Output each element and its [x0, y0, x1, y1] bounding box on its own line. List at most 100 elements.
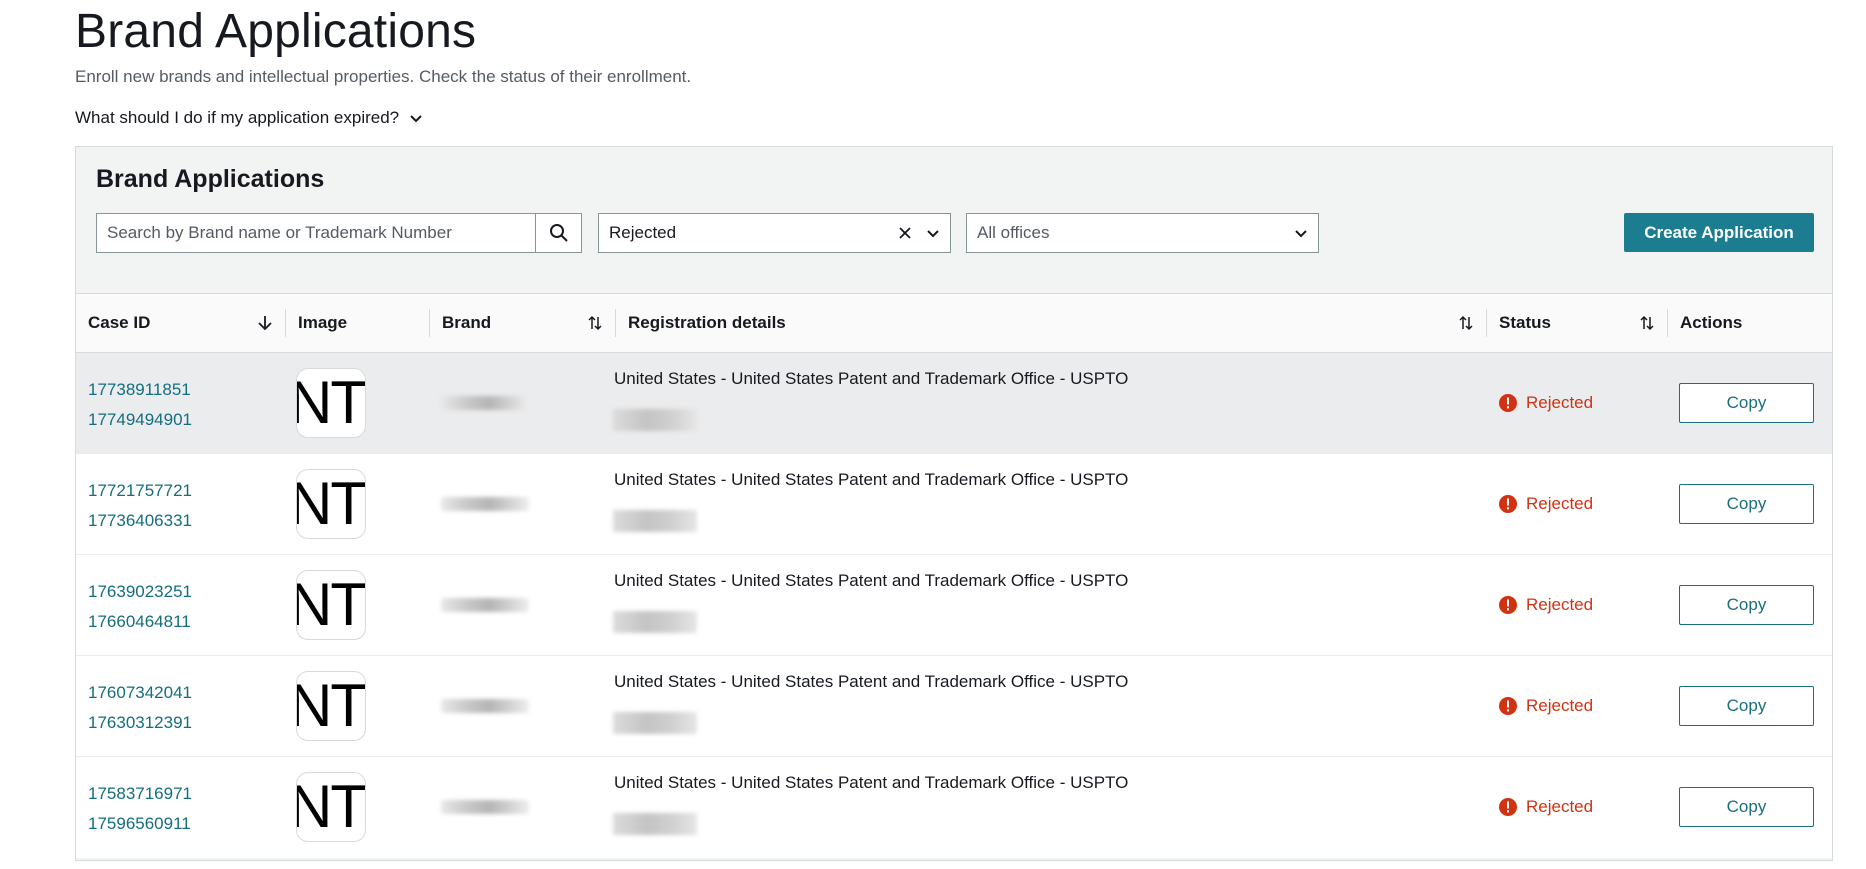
case-id-cell: 17721757721 17736406331 [88, 476, 192, 536]
search-bar [96, 213, 582, 253]
case-id-link[interactable]: 17721757721 [88, 476, 192, 506]
chevron-down-icon [410, 115, 422, 123]
search-input[interactable] [96, 213, 535, 253]
brand-image-text: NTC [297, 773, 365, 840]
column-header-label: Brand [442, 313, 492, 332]
case-id-link[interactable]: 17736406331 [88, 506, 192, 536]
status-label: Rejected [1526, 797, 1594, 816]
brand-name-redacted [441, 800, 529, 814]
registration-office: United States - United States Patent and… [614, 571, 1129, 590]
registration-office: United States - United States Patent and… [614, 470, 1129, 489]
copy-button[interactable]: Copy [1679, 585, 1814, 625]
case-id-link[interactable]: 17596560911 [88, 809, 192, 839]
error-icon [1499, 697, 1517, 715]
panel-title: Brand Applications [96, 165, 325, 193]
error-icon [1499, 596, 1517, 614]
registration-office: United States - United States Patent and… [614, 773, 1129, 792]
column-header-status[interactable]: Status [1487, 294, 1668, 352]
error-icon [1499, 798, 1517, 816]
column-header-registration[interactable]: Registration details [616, 294, 1487, 352]
column-header-brand[interactable]: Brand [430, 294, 616, 352]
status-badge: Rejected [1498, 494, 1593, 514]
registration-number-redacted [613, 409, 697, 431]
brand-name-redacted [441, 396, 529, 410]
column-header-image: Image [286, 294, 430, 352]
faq-expander[interactable]: What should I do if my application expir… [75, 107, 423, 129]
error-icon [1499, 495, 1517, 513]
applications-table: Case ID Image Brand Registration details… [76, 293, 1832, 858]
status-badge: Rejected [1498, 797, 1593, 817]
brand-image-text: NTC [297, 470, 365, 537]
brand-applications-page: Brand Applications Enroll new brands and… [0, 0, 1866, 869]
brand-image-text: NTC [297, 571, 365, 638]
column-header-label: Image [298, 313, 348, 332]
registration-number-redacted [613, 813, 697, 835]
brand-image: NTC [296, 772, 366, 842]
column-header-case-id[interactable]: Case ID [76, 294, 286, 352]
status-badge: Rejected [1498, 393, 1593, 413]
brand-image: NTC [296, 469, 366, 539]
case-id-link[interactable]: 17630312391 [88, 708, 192, 738]
arrow-down-icon[interactable] [256, 314, 274, 332]
copy-button[interactable]: Copy [1679, 484, 1814, 524]
table-row: 17607342041 17630312391 NTC United State… [76, 656, 1832, 757]
status-label: Rejected [1526, 393, 1594, 412]
sort-icon[interactable] [1457, 314, 1475, 332]
close-icon[interactable] [898, 226, 912, 240]
status-filter-select[interactable]: Rejected [598, 213, 951, 253]
registration-office: United States - United States Patent and… [614, 369, 1129, 388]
case-id-link[interactable]: 17607342041 [88, 678, 192, 708]
column-header-label: Actions [1680, 313, 1743, 332]
faq-label: What should I do if my application expir… [75, 108, 400, 127]
chevron-down-icon [1295, 230, 1307, 238]
status-label: Rejected [1526, 494, 1594, 513]
brand-name-redacted [441, 497, 529, 511]
case-id-link[interactable]: 17749494901 [88, 405, 192, 435]
case-id-cell: 17639023251 17660464811 [88, 577, 192, 637]
brand-applications-panel: Brand Applications Rejected All offices … [75, 146, 1833, 861]
status-badge: Rejected [1498, 696, 1593, 716]
column-header-label: Status [1499, 313, 1551, 332]
case-id-link[interactable]: 17660464811 [88, 607, 192, 637]
status-badge: Rejected [1498, 595, 1593, 615]
case-id-link[interactable]: 17583716971 [88, 779, 192, 809]
error-icon [1499, 394, 1517, 412]
brand-image: NTC [296, 671, 366, 741]
registration-number-redacted [613, 712, 697, 734]
brand-name-redacted [441, 699, 529, 713]
brand-name-redacted [441, 598, 529, 612]
copy-button[interactable]: Copy [1679, 787, 1814, 827]
table-header: Case ID Image Brand Registration details… [76, 293, 1832, 353]
column-header-actions: Actions [1668, 294, 1832, 352]
brand-image: NTC [296, 570, 366, 640]
chevron-down-icon [927, 230, 939, 238]
registration-office: United States - United States Patent and… [614, 672, 1129, 691]
copy-button[interactable]: Copy [1679, 686, 1814, 726]
sort-icon[interactable] [586, 314, 604, 332]
brand-image: NTC [296, 368, 366, 438]
status-label: Rejected [1526, 595, 1594, 614]
page-title: Brand Applications [75, 5, 477, 58]
registration-number-redacted [613, 510, 697, 532]
table-row: 17639023251 17660464811 NTC United State… [76, 555, 1832, 656]
table-row: 17721757721 17736406331 NTC United State… [76, 454, 1832, 555]
status-label: Rejected [1526, 696, 1594, 715]
case-id-link[interactable]: 17738911851 [88, 375, 192, 405]
copy-button[interactable]: Copy [1679, 383, 1814, 423]
table-row: 17583716971 17596560911 NTC United State… [76, 757, 1832, 858]
create-application-button[interactable]: Create Application [1624, 213, 1814, 252]
office-filter-select[interactable]: All offices [966, 213, 1319, 253]
search-icon [549, 224, 568, 242]
page-subtitle: Enroll new brands and intellectual prope… [75, 67, 692, 86]
case-id-cell: 17583716971 17596560911 [88, 779, 192, 839]
brand-image-text: NTC [297, 369, 365, 436]
case-id-cell: 17738911851 17749494901 [88, 375, 192, 435]
column-header-label: Case ID [88, 313, 151, 332]
case-id-link[interactable]: 17639023251 [88, 577, 192, 607]
case-id-cell: 17607342041 17630312391 [88, 678, 192, 738]
search-button[interactable] [535, 213, 582, 253]
table-row: 17738911851 17749494901 NTC United State… [76, 353, 1832, 454]
office-filter-value: All offices [977, 223, 1050, 242]
sort-icon[interactable] [1638, 314, 1656, 332]
status-filter-value: Rejected [609, 223, 677, 242]
